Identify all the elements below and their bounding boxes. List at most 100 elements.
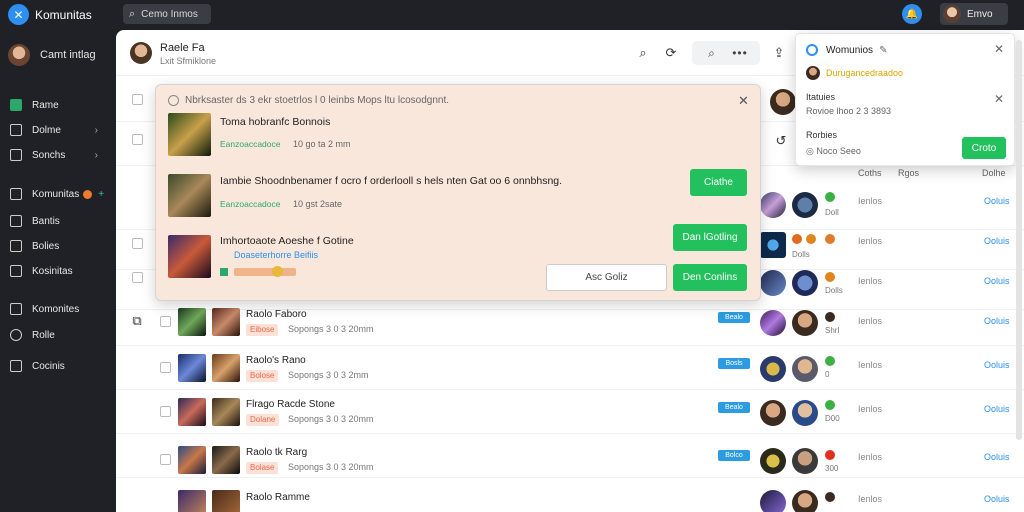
row-checkbox[interactable] bbox=[160, 454, 171, 465]
row-meta: Sopongs 3 0 3 20mm bbox=[288, 324, 374, 334]
sidebar-item-4[interactable]: Bantis bbox=[10, 212, 110, 230]
thumbnail bbox=[792, 310, 818, 336]
row-title[interactable]: Raolo Ramme bbox=[246, 492, 310, 503]
row-title[interactable]: Raolo tk Rarg bbox=[246, 447, 307, 458]
notification-bell-icon[interactable]: 🔔 bbox=[902, 4, 922, 24]
row-checkbox[interactable] bbox=[132, 134, 143, 145]
suggestion-modal: Nbrksaster ds 3 ekr stoetrlos l 0 leinbs… bbox=[155, 84, 761, 301]
modal-item-title[interactable]: Iambie Shoodnbenamer f ocro f orderlooll… bbox=[220, 175, 562, 187]
more-button[interactable]: ••• bbox=[720, 41, 760, 65]
table-row[interactable]: ⧉ Raolo Faboro Eibose Sopongs 3 0 3 20mm… bbox=[116, 302, 1024, 346]
avatar bbox=[8, 44, 30, 66]
modal-item-title[interactable]: Imhortoaote Aoeshe f Gotine bbox=[220, 235, 354, 247]
row-checkbox[interactable] bbox=[132, 272, 143, 283]
sidebar-item-2[interactable]: Sonchs › bbox=[10, 146, 110, 164]
row-link[interactable]: Ooluis bbox=[984, 276, 1010, 286]
row-title[interactable]: Raolo Faboro bbox=[246, 309, 307, 320]
row-checkbox[interactable] bbox=[160, 316, 171, 327]
sidebar-item-0[interactable]: Rame bbox=[10, 96, 110, 114]
thumbnail bbox=[178, 354, 206, 382]
thumbnail bbox=[168, 174, 211, 217]
table-row[interactable]: Raolo Ramme Ienlos Ooluis bbox=[116, 482, 1024, 512]
popover-button[interactable]: Croto bbox=[962, 137, 1006, 159]
modal-item-meta: 10 gst 2sate bbox=[293, 199, 343, 209]
close-icon[interactable]: ✕ bbox=[994, 42, 1004, 56]
sidebar-item-8[interactable]: Rolle bbox=[10, 326, 110, 344]
row-link[interactable]: Ooluis bbox=[984, 360, 1010, 370]
thumbnail bbox=[792, 448, 818, 474]
check-icon bbox=[220, 268, 228, 276]
row-link[interactable]: Ooluis bbox=[984, 236, 1010, 246]
history-icon[interactable]: ↺ bbox=[770, 130, 792, 152]
scrollbar[interactable] bbox=[1016, 40, 1022, 440]
status-dot bbox=[825, 492, 835, 502]
thumbnail bbox=[792, 356, 818, 382]
sidebar-item-label: Cocinis bbox=[32, 360, 65, 372]
popover-title-text: Womunios bbox=[826, 44, 874, 56]
sidebar-item-5[interactable]: Bolies bbox=[10, 237, 110, 255]
confirm-button[interactable]: Den Conlins bbox=[673, 264, 747, 291]
sidebar-item-3[interactable]: Komunitas + bbox=[10, 185, 110, 203]
row-link[interactable]: Ooluis bbox=[984, 494, 1010, 504]
sidebar-item-7[interactable]: Komonites bbox=[10, 300, 110, 318]
column-header: Dolhe bbox=[982, 168, 1006, 178]
modal-item-button[interactable]: Ciathe bbox=[690, 169, 747, 196]
sidebar-user[interactable]: Camt intlag bbox=[8, 44, 96, 66]
status-dot bbox=[825, 234, 835, 244]
close-icon[interactable]: ✕ bbox=[738, 93, 749, 109]
row-tag: Bolose bbox=[246, 370, 279, 382]
edit-icon[interactable]: ✎ bbox=[879, 45, 887, 56]
search-input[interactable]: ⌕ Cemo Inmos bbox=[123, 4, 211, 24]
share-icon[interactable]: ⇪ bbox=[768, 42, 790, 64]
select-all-checkbox[interactable] bbox=[132, 94, 143, 105]
row-checkbox[interactable] bbox=[160, 362, 171, 373]
popover-section-title: Itatuies bbox=[806, 92, 836, 102]
add-icon[interactable]: + bbox=[98, 189, 104, 200]
circle-icon bbox=[10, 329, 22, 341]
cancel-button[interactable]: Asc Goliz bbox=[546, 264, 667, 291]
row-link[interactable]: Ooluis bbox=[984, 404, 1010, 414]
tag-icon bbox=[10, 265, 22, 277]
sidebar-item-9[interactable]: Cocinis bbox=[10, 357, 110, 375]
modal-item-button[interactable]: Dan lGotling bbox=[673, 224, 747, 251]
table-row[interactable]: Raolo's Rano Bolose Sopongs 3 0 3 2mm Bo… bbox=[116, 346, 1024, 390]
thumbnail bbox=[212, 398, 240, 426]
avatar[interactable] bbox=[130, 42, 152, 64]
avatar bbox=[770, 89, 796, 115]
status-dot bbox=[825, 192, 835, 202]
row-checkbox[interactable] bbox=[132, 238, 143, 249]
popover-footer: ◎ Noco Seeo bbox=[806, 146, 861, 157]
modal-header: Nbrksaster ds 3 ekr stoetrlos l 0 leinbs… bbox=[168, 95, 449, 106]
close-icon[interactable]: ✕ bbox=[994, 92, 1004, 106]
sidebar-item-label: Sonchs bbox=[32, 149, 66, 161]
sidebar-item-label: Bolies bbox=[32, 240, 60, 252]
modal-item-link[interactable]: Doaseterhorre Beifiis bbox=[234, 250, 318, 260]
status-dot bbox=[825, 312, 835, 322]
row-title[interactable]: Flrago Racde Stone bbox=[246, 399, 335, 410]
sidebar-item-6[interactable]: Kosinitas bbox=[10, 262, 110, 280]
modal-item-title[interactable]: Toma hobranfc Bonnois bbox=[220, 116, 330, 128]
row-link[interactable]: Ooluis bbox=[984, 316, 1010, 326]
table-row[interactable]: Raolo tk Rarg Bolase Sopongs 3 0 3 20mm … bbox=[116, 434, 1024, 478]
search-icon[interactable]: ⌕ bbox=[632, 42, 654, 64]
row-tag: Dolane bbox=[246, 414, 280, 426]
refresh-icon[interactable]: ⟳ bbox=[660, 42, 682, 64]
row-link[interactable]: Ooluis bbox=[984, 452, 1010, 462]
user-menu[interactable]: Emvo bbox=[940, 3, 1008, 25]
thumbnail bbox=[212, 308, 240, 336]
row-link[interactable]: Ooluis bbox=[984, 196, 1010, 206]
row-title[interactable]: Raolo's Rano bbox=[246, 355, 306, 366]
thumbnail bbox=[760, 400, 786, 426]
row-meta: Sopongs 3 0 3 20mm bbox=[288, 414, 374, 424]
info-icon bbox=[806, 44, 818, 56]
notification-popover: Womunios ✎ ✕ Durugancedraadoo Itatuies ✕… bbox=[795, 33, 1015, 166]
popover-section-title: Rorbies bbox=[806, 130, 838, 140]
table-row[interactable]: Flrago Racde Stone Dolane Sopongs 3 0 3 … bbox=[116, 390, 1024, 434]
modal-item-tag: Eanzoaccadoce bbox=[220, 139, 281, 149]
status-badge: Bealo bbox=[718, 402, 750, 413]
row-checkbox[interactable] bbox=[160, 406, 171, 417]
app-logo-icon[interactable]: ✕ bbox=[8, 4, 29, 25]
sidebar-item-label: Komunitas bbox=[32, 188, 80, 200]
sidebar-item-1[interactable]: Dolme › bbox=[10, 121, 110, 139]
puzzle-icon[interactable]: ⧉ bbox=[126, 310, 148, 332]
